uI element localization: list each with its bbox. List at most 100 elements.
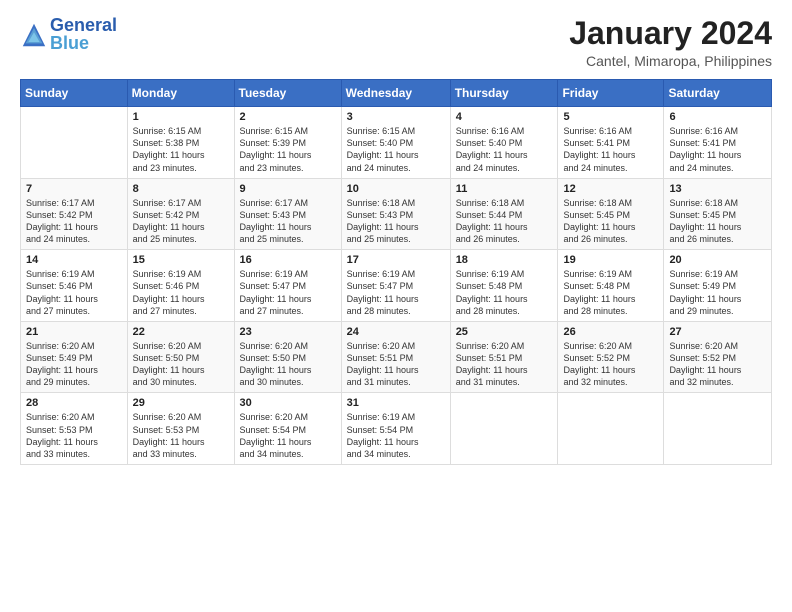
day-cell-11: 11 Sunrise: 6:18 AM Sunset: 5:44 PM Dayli… xyxy=(450,178,558,250)
cell-content: Sunrise: 6:17 AM Sunset: 5:42 PM Dayligh… xyxy=(133,197,229,246)
cell-content: Sunrise: 6:20 AM Sunset: 5:54 PM Dayligh… xyxy=(240,411,336,460)
day-number: 30 xyxy=(240,397,336,409)
header-monday: Monday xyxy=(127,80,234,107)
day-number: 18 xyxy=(456,254,553,266)
location: Cantel, Mimaropa, Philippines xyxy=(569,53,772,69)
day-number: 28 xyxy=(26,397,122,409)
day-number: 17 xyxy=(347,254,445,266)
cell-content: Sunrise: 6:19 AM Sunset: 5:49 PM Dayligh… xyxy=(669,268,766,317)
month-title: January 2024 xyxy=(569,16,772,51)
header-thursday: Thursday xyxy=(450,80,558,107)
cell-content: Sunrise: 6:18 AM Sunset: 5:44 PM Dayligh… xyxy=(456,197,553,246)
day-cell-19: 19 Sunrise: 6:19 AM Sunset: 5:48 PM Dayli… xyxy=(558,250,664,322)
day-cell-17: 17 Sunrise: 6:19 AM Sunset: 5:47 PM Dayli… xyxy=(341,250,450,322)
cell-content: Sunrise: 6:19 AM Sunset: 5:46 PM Dayligh… xyxy=(26,268,122,317)
cell-content: Sunrise: 6:20 AM Sunset: 5:49 PM Dayligh… xyxy=(26,340,122,389)
day-cell-12: 12 Sunrise: 6:18 AM Sunset: 5:45 PM Dayli… xyxy=(558,178,664,250)
cell-content: Sunrise: 6:17 AM Sunset: 5:43 PM Dayligh… xyxy=(240,197,336,246)
cell-content: Sunrise: 6:15 AM Sunset: 5:40 PM Dayligh… xyxy=(347,125,445,174)
day-cell-16: 16 Sunrise: 6:19 AM Sunset: 5:47 PM Dayli… xyxy=(234,250,341,322)
cell-content: Sunrise: 6:19 AM Sunset: 5:54 PM Dayligh… xyxy=(347,411,445,460)
day-number: 15 xyxy=(133,254,229,266)
day-cell-23: 23 Sunrise: 6:20 AM Sunset: 5:50 PM Dayli… xyxy=(234,321,341,393)
day-number: 24 xyxy=(347,326,445,338)
day-number: 8 xyxy=(133,183,229,195)
header: General Blue January 2024 Cantel, Mimaro… xyxy=(20,16,772,69)
day-number: 14 xyxy=(26,254,122,266)
cell-content: Sunrise: 6:19 AM Sunset: 5:46 PM Dayligh… xyxy=(133,268,229,317)
day-number: 11 xyxy=(456,183,553,195)
day-cell-9: 9Sunrise: 6:17 AM Sunset: 5:43 PM Daylig… xyxy=(234,178,341,250)
cell-content: Sunrise: 6:18 AM Sunset: 5:45 PM Dayligh… xyxy=(669,197,766,246)
day-number: 1 xyxy=(133,111,229,123)
day-cell-26: 26 Sunrise: 6:20 AM Sunset: 5:52 PM Dayli… xyxy=(558,321,664,393)
day-number: 19 xyxy=(563,254,658,266)
day-number: 7 xyxy=(26,183,122,195)
day-number: 21 xyxy=(26,326,122,338)
logo-text: General Blue xyxy=(50,16,117,54)
cell-content: Sunrise: 6:20 AM Sunset: 5:53 PM Dayligh… xyxy=(133,411,229,460)
week-row-3: 21 Sunrise: 6:20 AM Sunset: 5:49 PM Dayli… xyxy=(21,321,772,393)
header-saturday: Saturday xyxy=(664,80,772,107)
day-cell-2: 2Sunrise: 6:15 AM Sunset: 5:39 PM Daylig… xyxy=(234,107,341,179)
cell-content: Sunrise: 6:20 AM Sunset: 5:52 PM Dayligh… xyxy=(669,340,766,389)
cell-content: Sunrise: 6:16 AM Sunset: 5:41 PM Dayligh… xyxy=(563,125,658,174)
day-cell-22: 22 Sunrise: 6:20 AM Sunset: 5:50 PM Dayli… xyxy=(127,321,234,393)
week-row-0: 1 Sunrise: 6:15 AM Sunset: 5:38 PM Daylig… xyxy=(21,107,772,179)
cell-content: Sunrise: 6:16 AM Sunset: 5:40 PM Dayligh… xyxy=(456,125,553,174)
day-number: 23 xyxy=(240,326,336,338)
cell-content: Sunrise: 6:17 AM Sunset: 5:42 PM Dayligh… xyxy=(26,197,122,246)
day-cell-34 xyxy=(664,393,772,465)
day-number: 25 xyxy=(456,326,553,338)
cell-content: Sunrise: 6:15 AM Sunset: 5:38 PM Dayligh… xyxy=(133,125,229,174)
cell-content: Sunrise: 6:15 AM Sunset: 5:39 PM Dayligh… xyxy=(240,125,336,174)
day-cell-28: 28 Sunrise: 6:20 AM Sunset: 5:53 PM Dayli… xyxy=(21,393,128,465)
cell-content: Sunrise: 6:20 AM Sunset: 5:50 PM Dayligh… xyxy=(133,340,229,389)
cell-content: Sunrise: 6:20 AM Sunset: 5:51 PM Dayligh… xyxy=(456,340,553,389)
day-cell-29: 29 Sunrise: 6:20 AM Sunset: 5:53 PM Dayli… xyxy=(127,393,234,465)
day-number: 4 xyxy=(456,111,553,123)
logo-icon xyxy=(20,21,48,49)
cell-content: Sunrise: 6:19 AM Sunset: 5:47 PM Dayligh… xyxy=(240,268,336,317)
day-cell-15: 15 Sunrise: 6:19 AM Sunset: 5:46 PM Dayli… xyxy=(127,250,234,322)
header-wednesday: Wednesday xyxy=(341,80,450,107)
header-tuesday: Tuesday xyxy=(234,80,341,107)
cell-content: Sunrise: 6:18 AM Sunset: 5:43 PM Dayligh… xyxy=(347,197,445,246)
day-number: 26 xyxy=(563,326,658,338)
day-number: 13 xyxy=(669,183,766,195)
day-cell-6: 6 Sunrise: 6:16 AM Sunset: 5:41 PM Daylig… xyxy=(664,107,772,179)
day-cell-1: 1 Sunrise: 6:15 AM Sunset: 5:38 PM Daylig… xyxy=(127,107,234,179)
day-number: 20 xyxy=(669,254,766,266)
cell-content: Sunrise: 6:20 AM Sunset: 5:52 PM Dayligh… xyxy=(563,340,658,389)
cell-content: Sunrise: 6:19 AM Sunset: 5:47 PM Dayligh… xyxy=(347,268,445,317)
day-number: 12 xyxy=(563,183,658,195)
cell-content: Sunrise: 6:20 AM Sunset: 5:50 PM Dayligh… xyxy=(240,340,336,389)
cell-content: Sunrise: 6:18 AM Sunset: 5:45 PM Dayligh… xyxy=(563,197,658,246)
page: General Blue January 2024 Cantel, Mimaro… xyxy=(0,0,792,612)
calendar-table: SundayMondayTuesdayWednesdayThursdayFrid… xyxy=(20,79,772,465)
cell-content: Sunrise: 6:16 AM Sunset: 5:41 PM Dayligh… xyxy=(669,125,766,174)
day-number: 6 xyxy=(669,111,766,123)
day-cell-14: 14 Sunrise: 6:19 AM Sunset: 5:46 PM Dayli… xyxy=(21,250,128,322)
day-number: 29 xyxy=(133,397,229,409)
day-number: 16 xyxy=(240,254,336,266)
day-cell-27: 27Sunrise: 6:20 AM Sunset: 5:52 PM Dayli… xyxy=(664,321,772,393)
day-cell-8: 8 Sunrise: 6:17 AM Sunset: 5:42 PM Daylig… xyxy=(127,178,234,250)
day-number: 22 xyxy=(133,326,229,338)
week-row-2: 14 Sunrise: 6:19 AM Sunset: 5:46 PM Dayli… xyxy=(21,250,772,322)
week-row-4: 28 Sunrise: 6:20 AM Sunset: 5:53 PM Dayli… xyxy=(21,393,772,465)
cell-content: Sunrise: 6:20 AM Sunset: 5:53 PM Dayligh… xyxy=(26,411,122,460)
day-cell-21: 21 Sunrise: 6:20 AM Sunset: 5:49 PM Dayli… xyxy=(21,321,128,393)
day-cell-32 xyxy=(450,393,558,465)
day-cell-0 xyxy=(21,107,128,179)
week-row-1: 7 Sunrise: 6:17 AM Sunset: 5:42 PM Daylig… xyxy=(21,178,772,250)
header-sunday: Sunday xyxy=(21,80,128,107)
day-number: 3 xyxy=(347,111,445,123)
day-cell-18: 18 Sunrise: 6:19 AM Sunset: 5:48 PM Dayli… xyxy=(450,250,558,322)
title-area: January 2024 Cantel, Mimaropa, Philippin… xyxy=(569,16,772,69)
cell-content: Sunrise: 6:19 AM Sunset: 5:48 PM Dayligh… xyxy=(456,268,553,317)
day-cell-5: 5 Sunrise: 6:16 AM Sunset: 5:41 PM Daylig… xyxy=(558,107,664,179)
calendar-header-row: SundayMondayTuesdayWednesdayThursdayFrid… xyxy=(21,80,772,107)
day-number: 5 xyxy=(563,111,658,123)
cell-content: Sunrise: 6:19 AM Sunset: 5:48 PM Dayligh… xyxy=(563,268,658,317)
